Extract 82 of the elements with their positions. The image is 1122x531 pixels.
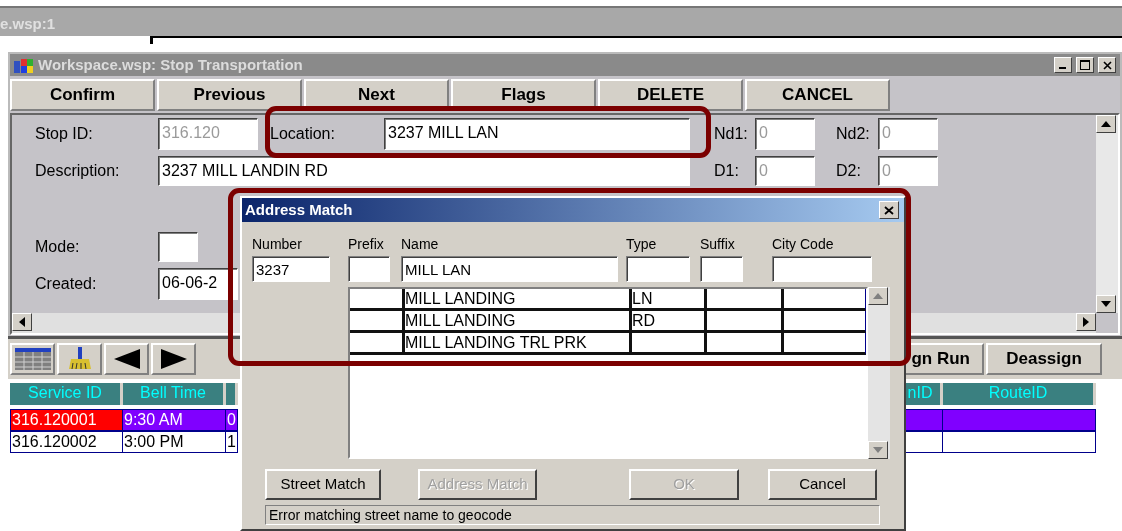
field-label: Created: — [35, 274, 98, 294]
field-label: Location: — [270, 124, 336, 144]
table-cell: MILL LANDING — [405, 289, 632, 311]
brush-icon — [66, 347, 93, 371]
scroll-right-button[interactable] — [1076, 313, 1096, 331]
table-cell: RD — [632, 311, 707, 333]
previous-button[interactable] — [104, 343, 149, 375]
toolbar-button[interactable]: CANCEL — [745, 79, 890, 111]
toolbar-button[interactable]: DELETE — [598, 79, 743, 111]
down-arrow-icon — [1101, 301, 1111, 307]
field-label: Name — [401, 235, 440, 254]
table-cell: 9:30 AM — [123, 409, 226, 431]
field-label: D2: — [836, 161, 862, 181]
up-arrow-icon — [1101, 121, 1111, 127]
input-field[interactable] — [700, 256, 743, 282]
window-title: e.wsp:1 — [0, 6, 1122, 36]
table-cell — [350, 289, 405, 311]
table-cell: LN — [632, 289, 707, 311]
field-label: Stop ID: — [35, 124, 94, 144]
field-label: City Code — [772, 235, 835, 254]
input-field[interactable] — [348, 256, 390, 282]
window-title: Workspace.wsp: Stop Transportation — [38, 54, 303, 75]
input-field[interactable]: MILL LAN — [401, 256, 618, 282]
grid-view-button[interactable] — [10, 343, 55, 375]
input-field[interactable]: 3237 — [252, 256, 330, 282]
column-header[interactable]: RouteID — [943, 383, 1096, 405]
table-cell: 3:00 PM — [123, 431, 226, 453]
field-label: Suffix — [700, 235, 736, 254]
table-cell: 0 — [226, 409, 238, 431]
right-arrow-icon — [1083, 317, 1089, 327]
input-field[interactable]: 06-06-2 — [158, 268, 238, 300]
close-button[interactable] — [1098, 57, 1116, 73]
dialog-button[interactable]: Cancel — [768, 469, 877, 500]
dialog-title: Address Match — [245, 199, 353, 220]
next-button[interactable] — [151, 343, 196, 375]
input-field[interactable]: 3237 MILL LAN — [384, 118, 690, 150]
field-label: Mode: — [35, 237, 81, 257]
column-header[interactable]: Service ID — [10, 383, 123, 405]
table-cell: 316.120001 — [10, 409, 123, 431]
match-list[interactable]: MILL LANDING LN MILL LANDING RD MILL LANDING TRL PRK — [348, 287, 868, 459]
field-label: Nd1: — [714, 124, 749, 144]
scroll-up-button[interactable] — [868, 287, 888, 305]
status-text: Error matching street name to geocode — [265, 505, 880, 525]
right-arrow-icon — [160, 349, 187, 369]
table-cell: MILL LANDING TRL PRK — [405, 333, 632, 355]
input-field[interactable] — [626, 256, 690, 282]
scroll-left-button[interactable] — [12, 313, 32, 331]
field-label: Description: — [35, 161, 121, 181]
table-cell — [350, 333, 405, 355]
input-field[interactable] — [772, 256, 872, 282]
table-icon — [14, 348, 51, 370]
close-button[interactable] — [879, 201, 899, 219]
close-icon — [884, 205, 894, 215]
table-cell: 1 — [226, 431, 238, 453]
toolbar-button[interactable]: Deassign — [986, 343, 1102, 375]
scroll-down-button[interactable] — [1096, 295, 1116, 313]
scroll-up-button[interactable] — [1096, 115, 1116, 133]
close-icon — [1102, 60, 1112, 70]
dialog-button[interactable]: Street Match — [265, 469, 381, 500]
table-cell: 316.120002 — [10, 431, 123, 453]
left-arrow-icon — [113, 349, 140, 369]
input-field[interactable] — [158, 232, 198, 262]
table-cell — [350, 311, 405, 333]
clear-button[interactable] — [57, 343, 102, 375]
input-field[interactable]: 3237 MILL LANDIN RD — [158, 156, 690, 186]
field-label: Type — [626, 235, 658, 254]
column-header[interactable] — [226, 383, 238, 405]
maximize-icon — [1080, 60, 1090, 70]
column-header[interactable]: Bell Time — [123, 383, 226, 405]
table-cell: MILL LANDING — [405, 311, 632, 333]
down-arrow-icon — [873, 447, 883, 453]
left-arrow-icon — [19, 317, 25, 327]
scroll-down-button[interactable] — [868, 441, 888, 459]
up-arrow-icon — [873, 293, 883, 299]
field-label: Nd2: — [836, 124, 871, 144]
field-label: D1: — [714, 161, 740, 181]
toolbar-button[interactable]: Previous — [157, 79, 302, 111]
field-label: Prefix — [348, 235, 385, 254]
field-label: Number — [252, 235, 303, 254]
toolbar-button[interactable]: Confirm — [10, 79, 155, 111]
minimize-button[interactable] — [1054, 57, 1072, 73]
maximize-button[interactable] — [1076, 57, 1094, 73]
